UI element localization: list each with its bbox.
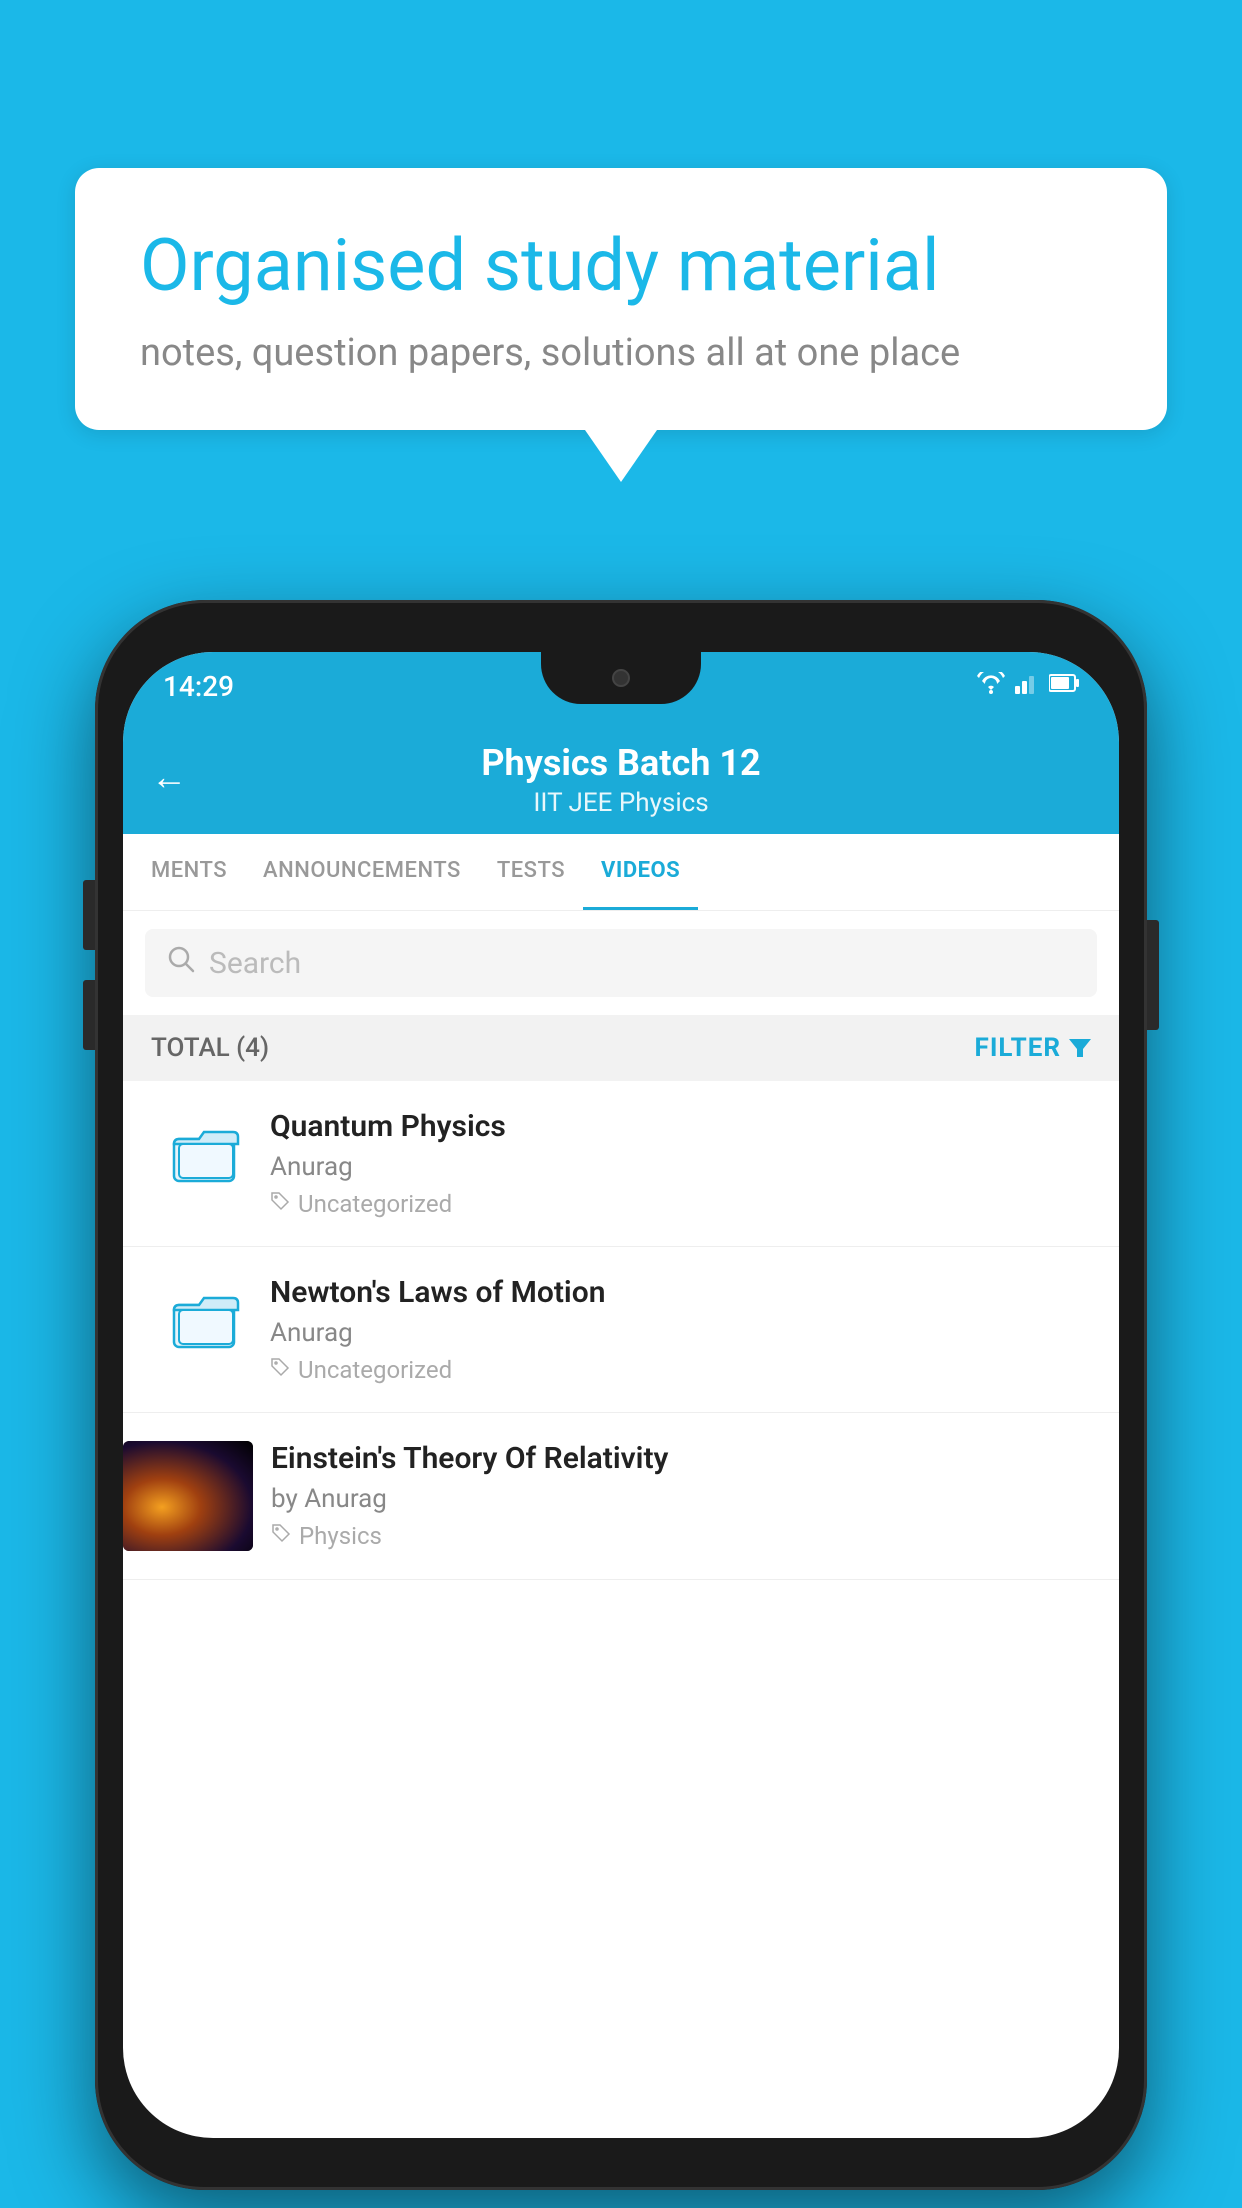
tag-text: Uncategorized bbox=[298, 1356, 452, 1384]
bubble-title: Organised study material bbox=[140, 223, 1102, 309]
folder-icon-container bbox=[166, 1109, 246, 1199]
power-button[interactable] bbox=[1147, 920, 1159, 1030]
phone-screen: 14:29 bbox=[123, 652, 1119, 2138]
tab-announcements[interactable]: ANNOUNCEMENTS bbox=[245, 834, 479, 910]
volume-up-button[interactable] bbox=[83, 880, 95, 950]
video-tag: Uncategorized bbox=[270, 1190, 1091, 1218]
app-header: ← Physics Batch 12 IIT JEE Physics bbox=[123, 720, 1119, 834]
folder-icon bbox=[171, 1124, 241, 1184]
camera-dot bbox=[612, 669, 630, 687]
app-title: Physics Batch 12 bbox=[153, 742, 1089, 784]
list-item[interactable]: Quantum Physics Anurag Uncategorized bbox=[123, 1081, 1119, 1247]
signal-icon bbox=[1015, 672, 1039, 700]
tab-videos[interactable]: VIDEOS bbox=[583, 834, 698, 910]
search-input-wrapper[interactable]: Search bbox=[145, 929, 1097, 997]
video-tag: Uncategorized bbox=[270, 1356, 1091, 1384]
tag-icon bbox=[270, 1191, 290, 1217]
volume-down-button[interactable] bbox=[83, 980, 95, 1050]
search-input[interactable]: Search bbox=[209, 946, 301, 981]
app-subtitle: IIT JEE Physics bbox=[153, 788, 1089, 818]
phone-frame-wrapper: 14:29 bbox=[95, 600, 1147, 2190]
status-icons bbox=[977, 672, 1079, 700]
status-time: 14:29 bbox=[163, 670, 234, 703]
tab-tests[interactable]: TESTS bbox=[479, 834, 583, 910]
tag-text: Uncategorized bbox=[298, 1190, 452, 1218]
video-author: Anurag bbox=[270, 1318, 1091, 1348]
list-item[interactable]: Newton's Laws of Motion Anurag Uncategor… bbox=[123, 1247, 1119, 1413]
video-tag: Physics bbox=[271, 1522, 1091, 1550]
filter-label: FILTER bbox=[975, 1033, 1061, 1063]
tag-icon bbox=[270, 1357, 290, 1383]
tabs-bar: MENTS ANNOUNCEMENTS TESTS VIDEOS bbox=[123, 834, 1119, 911]
tag-icon bbox=[271, 1523, 291, 1549]
filter-button[interactable]: FILTER bbox=[975, 1033, 1091, 1063]
video-title: Newton's Laws of Motion bbox=[270, 1275, 1091, 1310]
video-title: Quantum Physics bbox=[270, 1109, 1091, 1144]
folder-icon-container bbox=[166, 1275, 246, 1365]
video-info: Newton's Laws of Motion Anurag Uncategor… bbox=[270, 1275, 1091, 1384]
folder-icon bbox=[171, 1290, 241, 1350]
wifi-icon bbox=[977, 672, 1005, 700]
thumbnail-background bbox=[123, 1441, 253, 1551]
video-author: Anurag bbox=[270, 1152, 1091, 1182]
video-title: Einstein's Theory Of Relativity bbox=[271, 1441, 1091, 1476]
battery-icon bbox=[1049, 672, 1079, 700]
video-author: by Anurag bbox=[271, 1484, 1091, 1514]
video-info: Quantum Physics Anurag Uncategorized bbox=[270, 1109, 1091, 1218]
video-list: Quantum Physics Anurag Uncategorized bbox=[123, 1081, 1119, 1580]
video-thumbnail bbox=[123, 1441, 253, 1551]
bubble-subtitle: notes, question papers, solutions all at… bbox=[140, 331, 1102, 375]
tab-ments[interactable]: MENTS bbox=[133, 834, 245, 910]
speech-bubble: Organised study material notes, question… bbox=[75, 168, 1167, 430]
list-item[interactable]: Einstein's Theory Of Relativity by Anura… bbox=[123, 1413, 1119, 1580]
notch bbox=[541, 652, 701, 704]
filter-bar: TOTAL (4) FILTER bbox=[123, 1015, 1119, 1081]
tag-text: Physics bbox=[299, 1522, 382, 1550]
total-count: TOTAL (4) bbox=[151, 1033, 269, 1063]
video-info: Einstein's Theory Of Relativity by Anura… bbox=[271, 1441, 1091, 1550]
search-container: Search bbox=[123, 911, 1119, 1015]
back-button[interactable]: ← bbox=[151, 756, 187, 798]
search-icon bbox=[167, 945, 195, 981]
status-bar: 14:29 bbox=[123, 652, 1119, 720]
